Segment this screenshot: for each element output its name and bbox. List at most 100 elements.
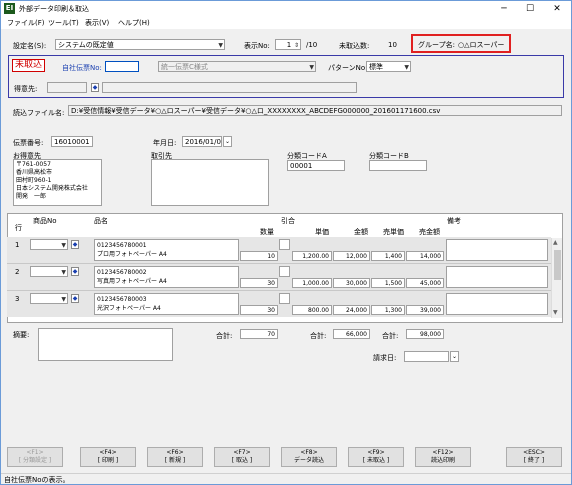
col-sell-unit-header: 売単価 xyxy=(383,228,404,236)
f6-key: <F6> xyxy=(166,449,184,456)
total-qty-label: 合計: xyxy=(216,332,233,340)
product-lookup-icon[interactable]: ◆ xyxy=(71,267,79,276)
client-name-input xyxy=(102,82,357,93)
customer-address-box[interactable]: 〒761-0057 香川県高松市 田村町960-1 日本システム開発株式会社 開… xyxy=(13,159,102,206)
code-a-input[interactable]: 00001 xyxy=(287,160,345,171)
product-lookup-icon[interactable]: ◆ xyxy=(71,294,79,303)
amount-cell[interactable]: 12,000 xyxy=(333,251,370,261)
qty-cell[interactable]: 30 xyxy=(240,278,278,288)
product-lookup-icon[interactable]: ◆ xyxy=(71,240,79,249)
code-b-input[interactable] xyxy=(369,160,427,171)
customer-company: 日本システム開発株式会社 xyxy=(16,185,88,192)
pattern-value: 標準 xyxy=(369,63,383,71)
discount-checkbox[interactable] xyxy=(279,293,290,304)
settings-select[interactable]: システムの既定値 ▼ xyxy=(55,39,225,50)
display-no-stepper[interactable]: 1 ⇕ xyxy=(275,39,301,50)
f8-key: <F8> xyxy=(300,449,318,456)
import-button[interactable]: <F7> [ 取込 ] xyxy=(214,447,270,467)
title-bar: EI 外部データ印刷＆取込 ─ ☐ ✕ xyxy=(1,1,571,17)
load-print-button[interactable]: <F12> 読込印刷 xyxy=(415,447,471,467)
date-dropdown-icon[interactable]: ⌄ xyxy=(223,136,232,147)
memo-textarea[interactable] xyxy=(38,328,173,361)
date-input[interactable]: 2016/01/07 xyxy=(182,136,222,147)
sell-amount-cell[interactable]: 14,000 xyxy=(406,251,444,261)
col-unit-price-header: 単価 xyxy=(315,228,329,236)
unimported-button[interactable]: <F9> [ 未取込 ] xyxy=(348,447,404,467)
sell-unit-cell[interactable]: 1,300 xyxy=(371,305,405,315)
menu-view[interactable]: 表示(V) xyxy=(85,18,109,28)
scroll-up-icon[interactable]: ▲ xyxy=(553,239,558,246)
pattern-select[interactable]: 標準 ▼ xyxy=(366,61,411,72)
product-name-cell[interactable]: 0123456780001 プロ用フォトペーパー A4 xyxy=(94,239,239,261)
display-total: /10 xyxy=(306,41,318,49)
discount-checkbox[interactable] xyxy=(279,266,290,277)
menu-bar: ファイル(F) ツール(T) 表示(V) ヘルプ(H) xyxy=(1,17,571,29)
sell-unit-cell[interactable]: 1,500 xyxy=(371,278,405,288)
slip-no-input[interactable] xyxy=(105,61,139,72)
f6-label: [ 新規 ] xyxy=(164,457,186,464)
settings-value: システムの既定値 xyxy=(58,41,114,49)
pattern-label: パターンNo: xyxy=(328,64,368,72)
f9-key: <F9> xyxy=(367,449,385,456)
amount-cell[interactable]: 24,000 xyxy=(333,305,370,315)
minimize-button[interactable]: ─ xyxy=(491,1,517,17)
print-button[interactable]: <F4> [ 印刷 ] xyxy=(80,447,136,467)
maximize-button[interactable]: ☐ xyxy=(517,1,543,17)
grid-scrollbar[interactable]: ▲ ▼ xyxy=(551,238,562,318)
total-amount-label: 合計: xyxy=(310,332,327,340)
note-cell[interactable] xyxy=(446,266,548,288)
billing-date-input[interactable] xyxy=(404,351,449,362)
close-button[interactable]: ✕ xyxy=(544,1,570,17)
chevron-down-icon: ▼ xyxy=(61,296,66,303)
window-title: 外部データ印刷＆取込 xyxy=(19,5,89,13)
sell-unit-cell[interactable]: 1,400 xyxy=(371,251,405,261)
date-label: 年月日: xyxy=(153,139,177,147)
f1-key: <F1> xyxy=(26,449,44,456)
esc-key: <ESC> xyxy=(523,449,545,456)
sell-amount-cell[interactable]: 39,000 xyxy=(406,305,444,315)
data-load-button[interactable]: <F8> データ読込 xyxy=(281,447,337,467)
product-no-select[interactable]: ▼ xyxy=(30,266,68,277)
new-button[interactable]: <F6> [ 新規 ] xyxy=(147,447,203,467)
unit-price-cell[interactable]: 800.00 xyxy=(292,305,332,315)
note-cell[interactable] xyxy=(446,293,548,315)
product-code: 0123456780003 xyxy=(97,296,147,303)
spin-icon[interactable]: ⇕ xyxy=(294,41,299,49)
f8-label: データ読込 xyxy=(293,457,324,464)
display-no-value: 1 xyxy=(286,41,292,49)
exit-button[interactable]: <ESC> [ 終了 ] xyxy=(506,447,562,467)
product-name: 写真用フォトペーパー A4 xyxy=(97,278,167,285)
row-number: 2 xyxy=(15,268,20,276)
qty-cell[interactable]: 10 xyxy=(240,251,278,261)
display-no-label: 表示No: xyxy=(244,42,270,50)
trade-dest-box[interactable] xyxy=(151,159,269,206)
scroll-thumb[interactable] xyxy=(554,250,561,280)
slip-number-input[interactable]: 16010001 xyxy=(51,136,93,147)
group-name-box: グループ名: ○△ロスーパー xyxy=(411,34,511,53)
product-no-select[interactable]: ▼ xyxy=(30,239,68,250)
product-name-cell[interactable]: 0123456780002 写真用フォトペーパー A4 xyxy=(94,266,239,288)
customer-person: 開発 一郎 xyxy=(16,193,47,200)
product-no-select[interactable]: ▼ xyxy=(30,293,68,304)
menu-help[interactable]: ヘルプ(H) xyxy=(118,18,150,28)
status-message: 自社伝票Noの表示。 xyxy=(4,476,70,484)
main-window: EI 外部データ印刷＆取込 ─ ☐ ✕ ファイル(F) ツール(T) 表示(V)… xyxy=(0,0,572,485)
qty-cell[interactable]: 30 xyxy=(240,305,278,315)
note-cell[interactable] xyxy=(446,239,548,261)
client-lookup-icon[interactable]: ◆ xyxy=(91,83,99,92)
scroll-down-icon[interactable]: ▼ xyxy=(553,309,558,316)
total-qty-value: 70 xyxy=(240,329,278,339)
discount-checkbox[interactable] xyxy=(279,239,290,250)
customer-postal: 〒761-0057 xyxy=(16,161,51,168)
col-product-no-header: 商品No xyxy=(33,217,57,225)
unit-price-cell[interactable]: 1,000.00 xyxy=(292,278,332,288)
menu-file[interactable]: ファイル(F) xyxy=(7,18,45,28)
col-amount-header: 金額 xyxy=(354,228,368,236)
menu-tools[interactable]: ツール(T) xyxy=(48,18,79,28)
row-number: 3 xyxy=(15,295,20,303)
amount-cell[interactable]: 30,000 xyxy=(333,278,370,288)
product-name-cell[interactable]: 0123456780003 光沢フォトペーパー A4 xyxy=(94,293,239,315)
unit-price-cell[interactable]: 1,200.00 xyxy=(292,251,332,261)
sell-amount-cell[interactable]: 45,000 xyxy=(406,278,444,288)
billing-date-dropdown-icon[interactable]: ⌄ xyxy=(450,351,459,362)
